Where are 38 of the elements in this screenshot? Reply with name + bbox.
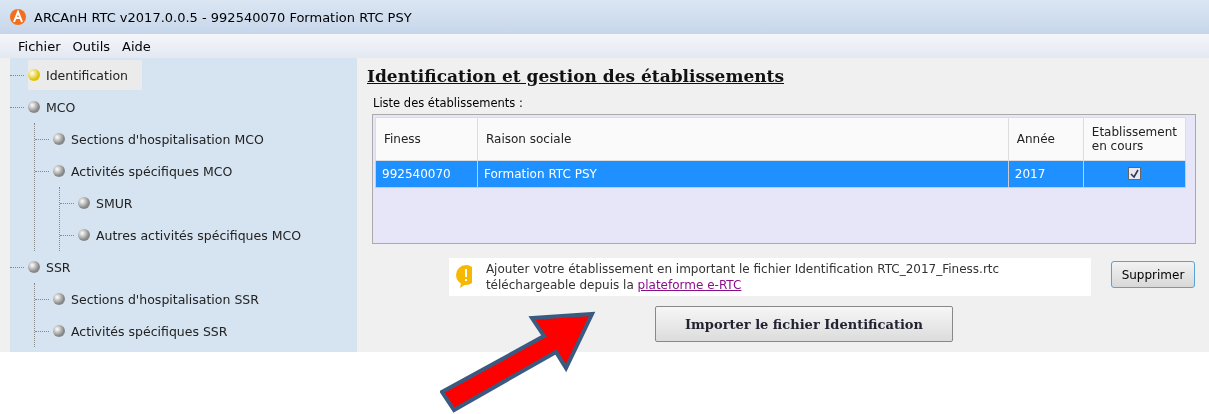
tree-item[interactable]: Identification bbox=[28, 60, 142, 90]
info-bubble-icon bbox=[455, 265, 472, 289]
app-logo-icon bbox=[10, 9, 26, 25]
column-header[interactable]: Finess bbox=[375, 117, 478, 161]
menu-item[interactable]: Aide bbox=[122, 38, 151, 54]
checkbox[interactable] bbox=[1127, 167, 1141, 180]
column-header[interactable]: Etablissement en cours bbox=[1083, 117, 1186, 161]
delete-button[interactable]: Supprimer bbox=[1111, 261, 1195, 288]
table-cell: 992540070 bbox=[375, 160, 478, 188]
status-dot-icon bbox=[28, 69, 40, 81]
status-dot-icon bbox=[78, 197, 90, 209]
platform-link[interactable]: plateforme e-RTC bbox=[637, 278, 742, 292]
menu-item[interactable]: Outils bbox=[72, 38, 111, 54]
window-title: ARCAnH RTC v2017.0.0.5 - 992540070 Formation RTC PSY bbox=[34, 9, 412, 25]
tree-item[interactable]: Activités spécifiques SSR bbox=[53, 316, 242, 346]
status-dot-icon bbox=[53, 325, 65, 337]
status-dot-icon bbox=[28, 261, 40, 273]
status-dot-icon bbox=[53, 165, 65, 177]
tree-item[interactable]: Sections d'hospitalisation SSR bbox=[53, 284, 273, 314]
import-button[interactable]: Importer le fichier Identification bbox=[655, 306, 953, 342]
column-header[interactable]: Année bbox=[1008, 117, 1084, 161]
tree-item[interactable]: SSR bbox=[28, 252, 85, 282]
status-dot-icon bbox=[78, 229, 90, 241]
menu-item[interactable]: Fichier bbox=[18, 38, 61, 54]
tree-item[interactable]: MCO bbox=[28, 92, 90, 122]
info-message: Ajouter votre établissement en important le fichier Identification RTC_2017_Finess.rtc téléchargeable depuis la plateforme e-RTC bbox=[485, 261, 1001, 293]
tree-item[interactable]: SMUR bbox=[78, 188, 147, 218]
status-dot-icon bbox=[53, 293, 65, 305]
tree-item[interactable]: Activités spécifiques MCO bbox=[53, 156, 247, 186]
table-cell: Formation RTC PSY bbox=[477, 160, 1009, 188]
page-heading: Identification et gestion des établissements bbox=[367, 66, 785, 86]
column-header[interactable]: Raison sociale bbox=[477, 117, 1009, 161]
tree-item[interactable]: Autres activités spécifiques MCO bbox=[78, 220, 315, 250]
status-dot-icon bbox=[28, 101, 40, 113]
tree-item[interactable]: Sections d'hospitalisation MCO bbox=[53, 124, 278, 154]
status-dot-icon bbox=[53, 133, 65, 145]
table-cell: 2017 bbox=[1008, 160, 1084, 188]
group-label: Liste des établissements : bbox=[373, 96, 524, 110]
